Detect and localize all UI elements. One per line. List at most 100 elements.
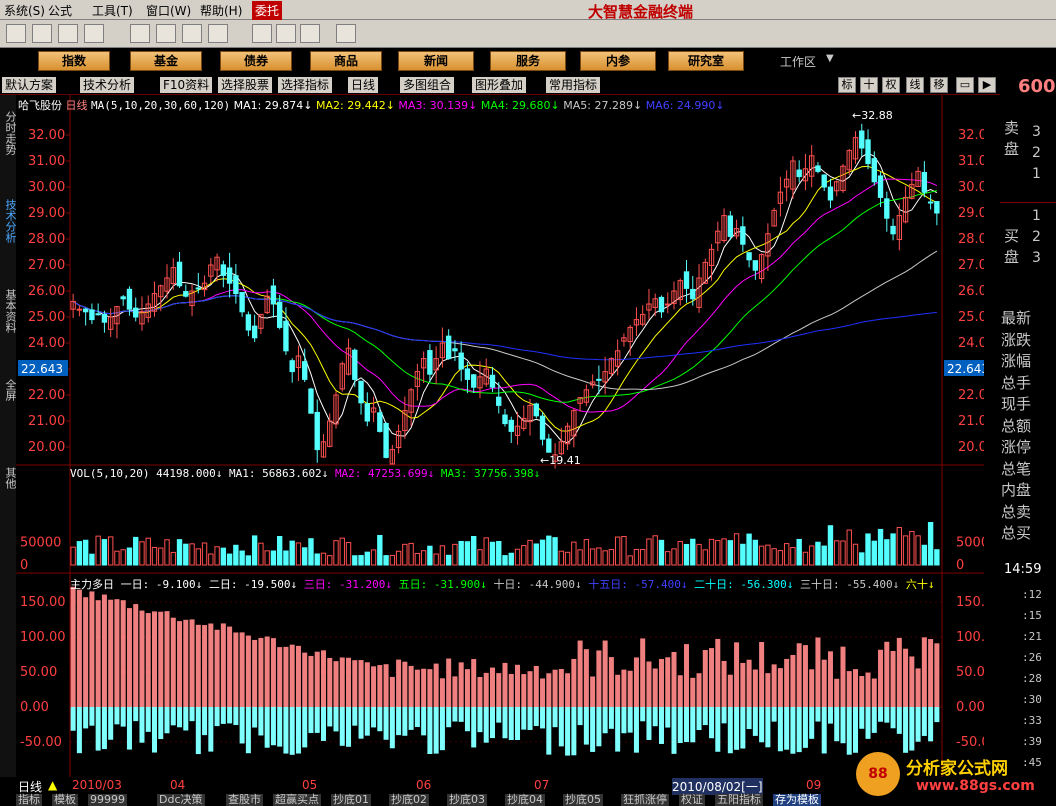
entrust-button[interactable]: 委托 — [252, 1, 283, 20]
bottom-tab-5[interactable]: 超赢买点 — [273, 794, 321, 806]
bottom-tab-10[interactable]: 抄底05 — [563, 794, 603, 806]
tab-common-indicator[interactable]: 常用指标 — [546, 77, 601, 93]
menu-window[interactable]: 窗口(W) — [146, 2, 191, 19]
window-icon[interactable] — [276, 24, 296, 43]
vol-bar — [546, 535, 552, 566]
btn-move[interactable]: 移 — [930, 77, 948, 93]
vol-bar — [583, 539, 590, 566]
fund-bar-neg — [239, 707, 245, 744]
nav-bond[interactable]: 债券 — [220, 51, 292, 71]
tab-daily[interactable]: 日线 — [348, 77, 379, 93]
ma-value-2: MA2: 29.442↓ — [316, 99, 399, 112]
nav-index[interactable]: 指数 — [38, 51, 110, 71]
fund-bar-neg — [853, 707, 859, 753]
tab-f10[interactable]: F10资料 — [160, 77, 213, 93]
workarea-label[interactable]: 工作区 — [780, 53, 816, 70]
tab-default-scheme[interactable]: 默认方案 — [2, 77, 57, 93]
calendar-icon[interactable] — [252, 24, 272, 43]
candle — [220, 264, 227, 276]
nav-research[interactable]: 研究室 — [668, 51, 744, 71]
candle — [458, 352, 464, 370]
bottom-tab-4[interactable]: 查股市 — [226, 794, 263, 806]
menu-help[interactable]: 帮助(H) — [200, 2, 242, 19]
bottom-tab-1[interactable]: 模板 — [52, 794, 78, 806]
bottom-tab-8[interactable]: 抄底03 — [447, 794, 487, 806]
restore-icon[interactable]: ▭ — [956, 77, 974, 93]
chart-icon[interactable] — [32, 24, 52, 43]
fund-bar-pos — [671, 651, 677, 707]
bottom-tab-2[interactable]: 99999 — [88, 794, 127, 806]
watermark-url: www.88gs.com — [916, 778, 1035, 794]
fund-tick-left: 100.00 — [20, 630, 66, 645]
bottom-tab-9[interactable]: 抄底04 — [505, 794, 545, 806]
fund-bar-neg — [427, 707, 433, 755]
tab-overlay[interactable]: 图形叠加 — [472, 77, 527, 93]
low-mark: ←19.41 — [540, 454, 581, 467]
nav-commodity[interactable]: 商品 — [310, 51, 382, 71]
help-cursor-icon[interactable] — [336, 24, 356, 43]
fund-bar-pos — [377, 665, 383, 707]
fund-bar-neg — [295, 707, 301, 754]
keyboard-icon[interactable] — [6, 24, 26, 43]
refresh-icon[interactable] — [182, 24, 202, 43]
tab-select-stock[interactable]: 选择股票 — [218, 77, 273, 93]
vol-bar — [364, 551, 370, 566]
menu-tools[interactable]: 工具(T) — [92, 2, 133, 19]
fund-bar-pos — [346, 657, 352, 707]
vol-bar — [790, 547, 796, 566]
bottom-tab-3[interactable]: Ddc决策 — [157, 794, 205, 806]
btn-mark[interactable]: 标 — [838, 77, 856, 93]
vol-bar — [358, 555, 364, 566]
fund-bar-pos — [489, 667, 495, 707]
tab-tech-analysis[interactable]: 技术分析 — [80, 77, 135, 93]
btn-cross[interactable]: 十 — [860, 77, 878, 93]
fund-bar-neg — [527, 707, 533, 730]
menu-formula[interactable]: 公式 — [48, 2, 72, 19]
diamond-icon[interactable] — [156, 24, 176, 43]
fund-bar-neg — [139, 707, 145, 743]
price-tick-right: 29.00 — [958, 206, 984, 221]
fund-bar-neg — [577, 707, 583, 726]
btn-rights[interactable]: 权 — [882, 77, 900, 93]
vol-bar — [640, 548, 646, 566]
bottom-tab-12[interactable]: 权证 — [679, 794, 705, 806]
nav-insider[interactable]: 内参 — [580, 51, 656, 71]
nav-news[interactable]: 新闻 — [398, 51, 474, 71]
bottom-tab-7[interactable]: 抄底02 — [389, 794, 429, 806]
fund-bar-pos — [76, 589, 82, 707]
vol-bar — [151, 546, 158, 566]
bottom-tab-14[interactable]: 存为模板 — [773, 794, 821, 806]
fund-bar-neg — [364, 707, 370, 736]
bottom-tab-0[interactable]: 指标 — [16, 794, 42, 806]
bottom-tab-6[interactable]: 抄底01 — [331, 794, 371, 806]
price-tick-left: 21.00 — [28, 414, 65, 429]
nav-fund[interactable]: 基金 — [130, 51, 202, 71]
vol-bar — [139, 541, 145, 566]
bottom-tab-13[interactable]: 五阳指标 — [715, 794, 763, 806]
btn-line[interactable]: 线 — [906, 77, 924, 93]
people-icon[interactable] — [58, 24, 78, 43]
candle — [270, 285, 277, 305]
fund-bar-pos — [633, 657, 639, 707]
fund-bar-neg — [145, 707, 151, 732]
books-icon[interactable] — [300, 24, 320, 43]
tab-select-indicator[interactable]: 选择指标 — [278, 77, 333, 93]
quote-fields: 最新 涨跌 涨幅 总手 现手 总额 涨停 总笔 内盘 总卖 总买 — [1001, 308, 1031, 545]
tab-multi-chart[interactable]: 多图组合 — [400, 77, 455, 93]
next-icon[interactable]: ▶ — [978, 77, 996, 93]
fund-bar-pos — [583, 649, 589, 707]
alarm-icon[interactable] — [84, 24, 104, 43]
vol-bar — [765, 544, 771, 566]
edit-icon[interactable] — [130, 24, 150, 43]
chart-area[interactable]: 32.00 32.00 31.00 31.00 30.00 30.00 29.00 29.00… — [0, 95, 984, 785]
link-icon[interactable] — [208, 24, 228, 43]
nav-service[interactable]: 服务 — [490, 51, 566, 71]
candle — [859, 130, 865, 149]
fund-bar-pos — [540, 678, 546, 707]
chevron-down-icon[interactable]: ▼ — [826, 53, 834, 64]
menu-system[interactable]: 系统(S) — [4, 2, 45, 19]
bottom-tab-11[interactable]: 狂抓涨停 — [621, 794, 669, 806]
fund-bar-pos — [859, 676, 865, 707]
price-tick-right: 24.00 — [958, 336, 984, 351]
candle — [683, 271, 690, 289]
